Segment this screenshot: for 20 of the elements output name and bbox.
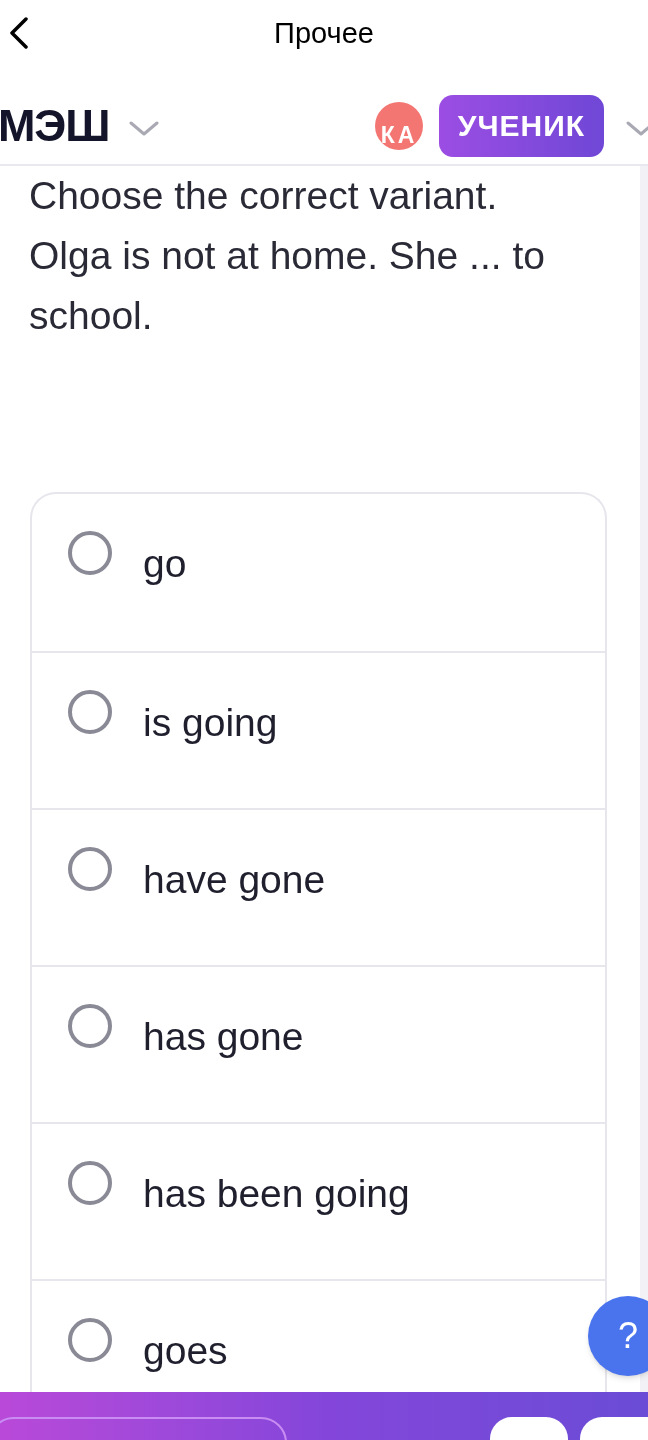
page-title: Прочее xyxy=(274,15,374,51)
radio-icon[interactable] xyxy=(68,531,112,575)
answer-option[interactable]: goes xyxy=(68,1318,228,1374)
answer-option[interactable]: have gone xyxy=(68,847,326,903)
chevron-down-icon xyxy=(129,120,160,137)
radio-icon[interactable] xyxy=(68,847,112,891)
question-instruction: Choose the correct variant. xyxy=(29,173,499,219)
question-text: Olga is not at home. She ... to school. xyxy=(29,233,546,339)
chevron-down-icon xyxy=(626,120,648,137)
radio-icon[interactable] xyxy=(68,1161,112,1205)
answer-option[interactable]: is going xyxy=(68,690,278,746)
chevron-left-icon xyxy=(9,17,29,49)
logo[interactable]: МЭШ xyxy=(0,102,110,149)
answer-option[interactable]: has gone xyxy=(68,1004,304,1060)
role-button[interactable]: УЧЕНИК xyxy=(439,94,604,157)
radio-icon[interactable] xyxy=(68,1004,112,1048)
radio-icon[interactable] xyxy=(68,690,112,734)
answer-option[interactable]: go xyxy=(68,531,187,587)
answer-option[interactable]: has been going xyxy=(68,1161,410,1217)
radio-icon[interactable] xyxy=(68,1318,112,1362)
